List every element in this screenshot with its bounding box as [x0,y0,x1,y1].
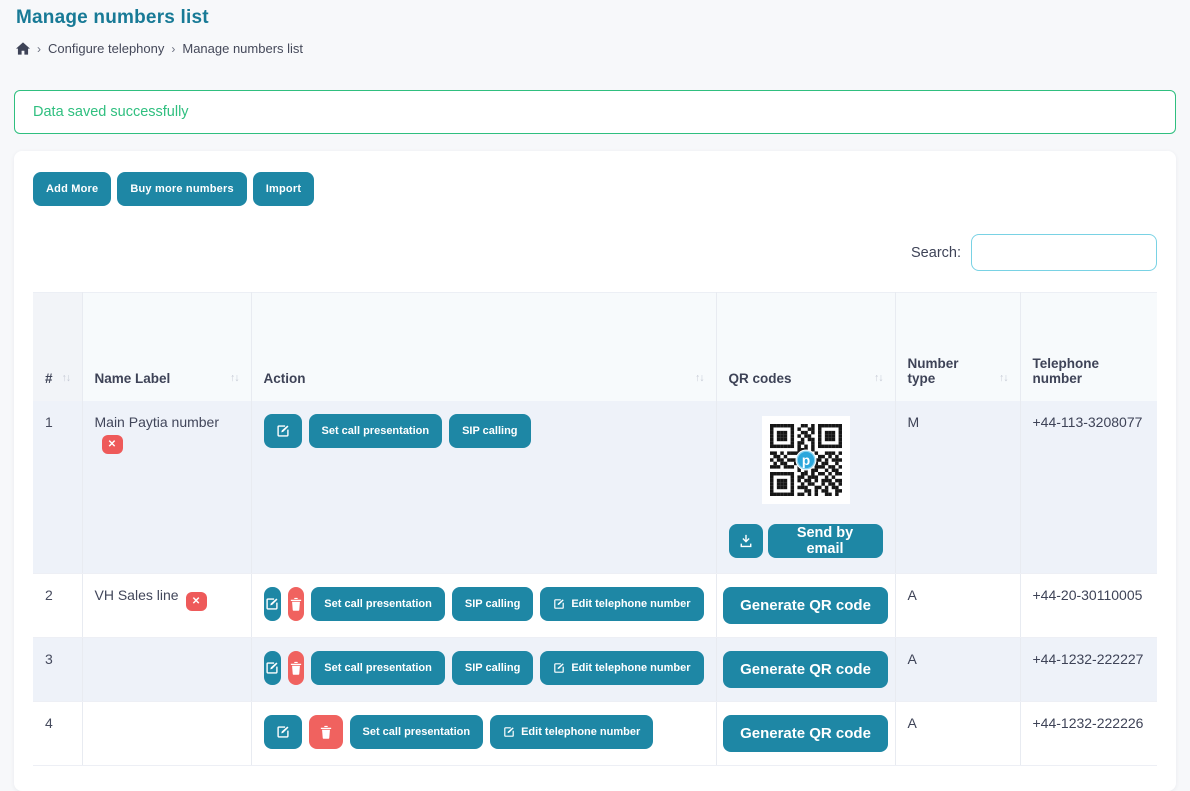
edit-icon [553,662,565,674]
table-row: 2 VH Sales line✕ [33,574,1157,638]
name-label-cell: Main Paytia number✕ [82,401,251,574]
download-icon [739,534,753,548]
action-cell: Set call presentation Edit telephone num… [251,702,716,766]
set-call-presentation-button[interactable]: Set call presentation [309,414,443,448]
row-number-cell: 3 [33,638,82,702]
telephone-cell: +44-1232-222226 [1020,702,1157,766]
header-action[interactable]: Action ↑↓ [251,293,716,401]
sip-calling-button[interactable]: SIP calling [449,414,530,448]
edit-icon [265,597,279,611]
breadcrumb: › Configure telephony › Manage numbers l… [16,41,1174,56]
action-cell: Set call presentation SIP calling [251,401,716,574]
search-input[interactable] [971,234,1157,271]
content-card: Add More Buy more numbers Import Search:… [14,151,1176,791]
remove-number-badge[interactable]: ✕ [186,592,207,611]
success-alert: Data saved successfully [14,90,1176,134]
trash-icon [290,597,302,611]
sort-icon: ↑↓ [999,371,1008,386]
telephone-cell: +44-1232-222227 [1020,638,1157,702]
number-type-cell: A [895,638,1020,702]
row-number-cell: 4 [33,702,82,766]
table-header-row: # ↑↓ Name Label ↑↓ Action ↑↓ [33,293,1157,401]
success-alert-message: Data saved successfully [33,104,189,120]
name-label-cell [82,702,251,766]
generate-qr-button[interactable]: Generate QR code [723,715,888,752]
delete-button[interactable] [288,587,304,621]
edit-icon [265,661,279,675]
number-type-cell: A [895,702,1020,766]
generate-qr-button[interactable]: Generate QR code [723,651,888,688]
sort-icon: ↑↓ [62,371,71,386]
svg-text:p: p [801,452,809,467]
header-number-type[interactable]: Number type ↑↓ [895,293,1020,401]
home-icon[interactable] [16,42,30,55]
edit-icon [553,598,565,610]
breadcrumb-separator: › [37,42,41,56]
breadcrumb-item-manage-numbers: Manage numbers list [182,41,303,56]
trash-icon [320,725,332,739]
sip-calling-button[interactable]: SIP calling [452,587,533,621]
toolbar: Add More Buy more numbers Import [33,172,1157,206]
remove-number-badge[interactable]: ✕ [102,435,123,454]
telephone-cell: +44-20-30110005 [1020,574,1157,638]
edit-button[interactable] [264,715,302,749]
search-row: Search: [33,234,1157,271]
number-type-cell: M [895,401,1020,574]
edit-button[interactable] [264,651,282,685]
qr-cell: p Send by email [716,401,895,574]
sip-calling-button[interactable]: SIP calling [452,651,533,685]
breadcrumb-item-configure-telephony[interactable]: Configure telephony [48,41,164,56]
edit-telephone-number-button[interactable]: Edit telephone number [540,587,703,621]
edit-telephone-number-button[interactable]: Edit telephone number [540,651,703,685]
edit-icon [276,725,290,739]
action-cell: Set call presentation SIP calling Edit t… [251,574,716,638]
edit-button[interactable] [264,587,282,621]
send-by-email-button[interactable]: Send by email [768,524,883,558]
breadcrumb-separator: › [171,42,175,56]
qr-cell: Generate QR code [716,574,895,638]
edit-telephone-number-button[interactable]: Edit telephone number [490,715,653,749]
table-row: 1 Main Paytia number✕ Set call presentat… [33,401,1157,574]
row-number-cell: 2 [33,574,82,638]
x-icon: ✕ [192,596,200,607]
numbers-table: # ↑↓ Name Label ↑↓ Action ↑↓ [33,292,1157,766]
sort-icon: ↑↓ [230,371,239,386]
numbers-table-wrap: # ↑↓ Name Label ↑↓ Action ↑↓ [33,292,1157,766]
row-number-cell: 1 [33,401,82,574]
trash-icon [290,661,302,675]
action-cell: Set call presentation SIP calling Edit t… [251,638,716,702]
name-label-cell: VH Sales line✕ [82,574,251,638]
header-qr-codes[interactable]: QR codes ↑↓ [716,293,895,401]
download-qr-button[interactable] [729,524,763,558]
generate-qr-button[interactable]: Generate QR code [723,587,888,624]
telephone-cell: +44-113-3208077 [1020,401,1157,574]
header-number[interactable]: # ↑↓ [33,293,82,401]
edit-icon [276,424,290,438]
sort-icon: ↑↓ [695,371,704,386]
set-call-presentation-button[interactable]: Set call presentation [311,587,445,621]
buy-more-numbers-button[interactable]: Buy more numbers [117,172,246,206]
import-button[interactable]: Import [253,172,314,206]
delete-button[interactable] [288,651,304,685]
header-name-label[interactable]: Name Label ↑↓ [82,293,251,401]
edit-icon [503,726,515,738]
name-label-cell [82,638,251,702]
qr-cell: Generate QR code [716,638,895,702]
page-header: Manage numbers list › Configure telephon… [0,0,1190,56]
table-row: 3 [33,638,1157,702]
set-call-presentation-button[interactable]: Set call presentation [350,715,484,749]
x-icon: ✕ [108,439,116,450]
page-title: Manage numbers list [16,7,1174,29]
add-more-button[interactable]: Add More [33,172,111,206]
sort-icon: ↑↓ [874,371,883,386]
qr-code-image: p [762,416,850,504]
delete-button[interactable] [309,715,343,749]
qr-cell: Generate QR code [716,702,895,766]
table-row: 4 [33,702,1157,766]
number-type-cell: A [895,574,1020,638]
header-telephone-number[interactable]: Telephone number [1020,293,1157,401]
set-call-presentation-button[interactable]: Set call presentation [311,651,445,685]
edit-button[interactable] [264,414,302,448]
search-label: Search: [911,245,961,261]
